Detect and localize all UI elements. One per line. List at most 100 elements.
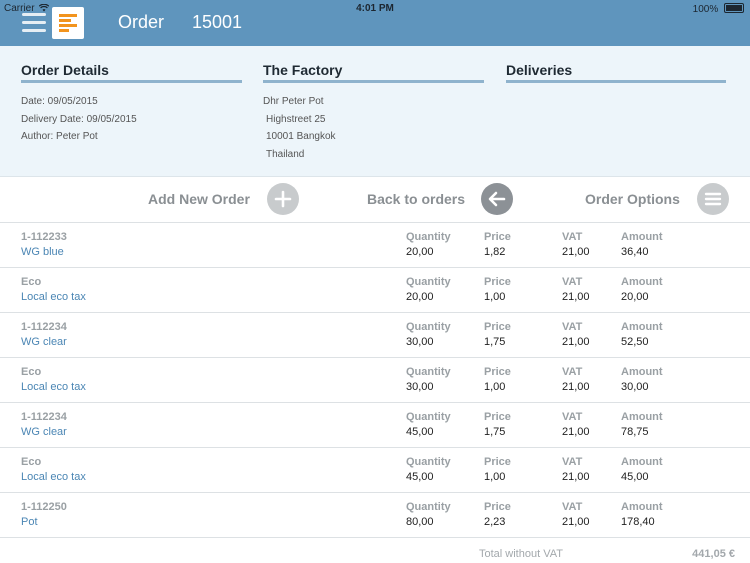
order-date: Date: 09/05/2015	[21, 96, 98, 107]
order-lines-list: 1-112233 WG blue Quantity 20,00 Price 1,…	[0, 223, 750, 538]
price-value: 1,00	[484, 471, 506, 483]
vat-value: 21,00	[562, 471, 590, 483]
vat-value: 21,00	[562, 381, 590, 393]
vat-header: VAT	[562, 456, 583, 468]
arrow-left-icon	[481, 183, 513, 215]
price-value: 1,75	[484, 426, 506, 438]
item-description[interactable]: Local eco tax	[21, 291, 86, 303]
amount-header: Amount	[621, 276, 663, 288]
order-line-row[interactable]: Eco Local eco tax Quantity 30,00 Price 1…	[0, 358, 750, 403]
quantity-header: Quantity	[406, 276, 451, 288]
order-line-row[interactable]: Eco Local eco tax Quantity 20,00 Price 1…	[0, 268, 750, 313]
quantity-value: 45,00	[406, 471, 434, 483]
deliveries-section: Deliveries	[506, 62, 726, 83]
item-code: Eco	[21, 276, 42, 288]
order-options-button[interactable]: Order Options	[585, 183, 730, 215]
quantity-value: 80,00	[406, 516, 434, 528]
quantity-header: Quantity	[406, 501, 451, 513]
status-time: 4:01 PM	[356, 3, 394, 14]
quantity-header: Quantity	[406, 321, 451, 333]
item-description[interactable]: Pot	[21, 516, 38, 528]
amount-header: Amount	[621, 231, 663, 243]
amount-value: 36,40	[621, 246, 649, 258]
vat-header: VAT	[562, 411, 583, 423]
app-logo-icon[interactable]	[52, 7, 84, 39]
amount-value: 78,75	[621, 426, 649, 438]
price-header: Price	[484, 501, 511, 513]
item-code: 1-112250	[21, 501, 67, 513]
total-value: 441,05 €	[692, 548, 735, 560]
amount-header: Amount	[621, 501, 663, 513]
price-header: Price	[484, 366, 511, 378]
delivery-date: Delivery Date: 09/05/2015	[21, 113, 137, 125]
quantity-value: 30,00	[406, 381, 434, 393]
quantity-value: 30,00	[406, 336, 434, 348]
list-icon	[697, 183, 729, 215]
status-battery: 100%	[693, 3, 744, 15]
amount-header: Amount	[621, 411, 663, 423]
vat-value: 21,00	[562, 291, 590, 303]
factory-city: 10001 Bangkok	[266, 131, 336, 142]
vat-value: 21,00	[562, 516, 590, 528]
item-description[interactable]: Local eco tax	[21, 471, 86, 483]
back-to-orders-label: Back to orders	[367, 191, 466, 207]
add-new-order-button[interactable]: Add New Order	[148, 183, 300, 215]
factory-contact: Dhr Peter Pot	[263, 96, 324, 107]
quantity-value: 20,00	[406, 291, 434, 303]
amount-header: Amount	[621, 321, 663, 333]
vat-value: 21,00	[562, 246, 590, 258]
deliveries-heading: Deliveries	[506, 62, 726, 83]
battery-label: 100%	[692, 4, 719, 15]
order-line-row[interactable]: 1-112233 WG blue Quantity 20,00 Price 1,…	[0, 223, 750, 268]
vat-header: VAT	[562, 366, 583, 378]
order-number: 15001	[192, 12, 243, 32]
price-header: Price	[484, 411, 511, 423]
vat-header: VAT	[562, 231, 583, 243]
page-title: Order	[118, 12, 165, 32]
price-value: 1,00	[484, 381, 506, 393]
price-value: 1,75	[484, 336, 506, 348]
order-line-row[interactable]: Eco Local eco tax Quantity 45,00 Price 1…	[0, 448, 750, 493]
plus-icon	[267, 183, 299, 215]
price-header: Price	[484, 276, 511, 288]
price-value: 1,82	[484, 246, 506, 258]
quantity-value: 45,00	[406, 426, 434, 438]
item-description[interactable]: WG clear	[21, 426, 67, 438]
item-code: 1-112234	[21, 411, 67, 423]
price-header: Price	[484, 456, 511, 468]
factory-country: Thailand	[266, 148, 305, 160]
quantity-value: 20,00	[406, 246, 434, 258]
price-header: Price	[484, 231, 511, 243]
vat-header: VAT	[562, 321, 583, 333]
amount-header: Amount	[621, 456, 663, 468]
item-code: 1-112234	[21, 321, 67, 333]
menu-icon[interactable]	[22, 13, 46, 35]
factory-section: The Factory Dhr Peter Pot Highstreet 25 …	[263, 62, 484, 163]
order-line-row[interactable]: 1-112250 Pot Quantity 80,00 Price 2,23 V…	[0, 493, 750, 538]
quantity-header: Quantity	[406, 411, 451, 423]
action-bar: Add New Order Back to orders Order Optio…	[0, 176, 750, 223]
vat-value: 21,00	[562, 426, 590, 438]
vat-value: 21,00	[562, 336, 590, 348]
factory-heading: The Factory	[263, 62, 484, 83]
item-code: 1-112233	[21, 231, 67, 243]
order-line-row[interactable]: 1-112234 WG clear Quantity 30,00 Price 1…	[0, 313, 750, 358]
back-to-orders-button[interactable]: Back to orders	[367, 183, 514, 215]
amount-value: 45,00	[621, 471, 649, 483]
vat-header: VAT	[562, 276, 583, 288]
amount-header: Amount	[621, 366, 663, 378]
order-details-section: Order Details Date: 09/05/2015 Delivery …	[21, 62, 242, 146]
order-line-row[interactable]: 1-112234 WG clear Quantity 45,00 Price 1…	[0, 403, 750, 448]
item-description[interactable]: WG blue	[21, 246, 64, 258]
item-description[interactable]: WG clear	[21, 336, 67, 348]
author: Author: Peter Pot	[21, 131, 98, 142]
item-description[interactable]: Local eco tax	[21, 381, 86, 393]
top-bar: Carrier 4:01 PM 100% Order 15001	[0, 0, 750, 46]
amount-value: 30,00	[621, 381, 649, 393]
amount-value: 20,00	[621, 291, 649, 303]
factory-street: Highstreet 25	[266, 113, 326, 125]
order-options-label: Order Options	[585, 191, 680, 207]
price-header: Price	[484, 321, 511, 333]
order-details-heading: Order Details	[21, 62, 242, 83]
item-code: Eco	[21, 456, 42, 468]
